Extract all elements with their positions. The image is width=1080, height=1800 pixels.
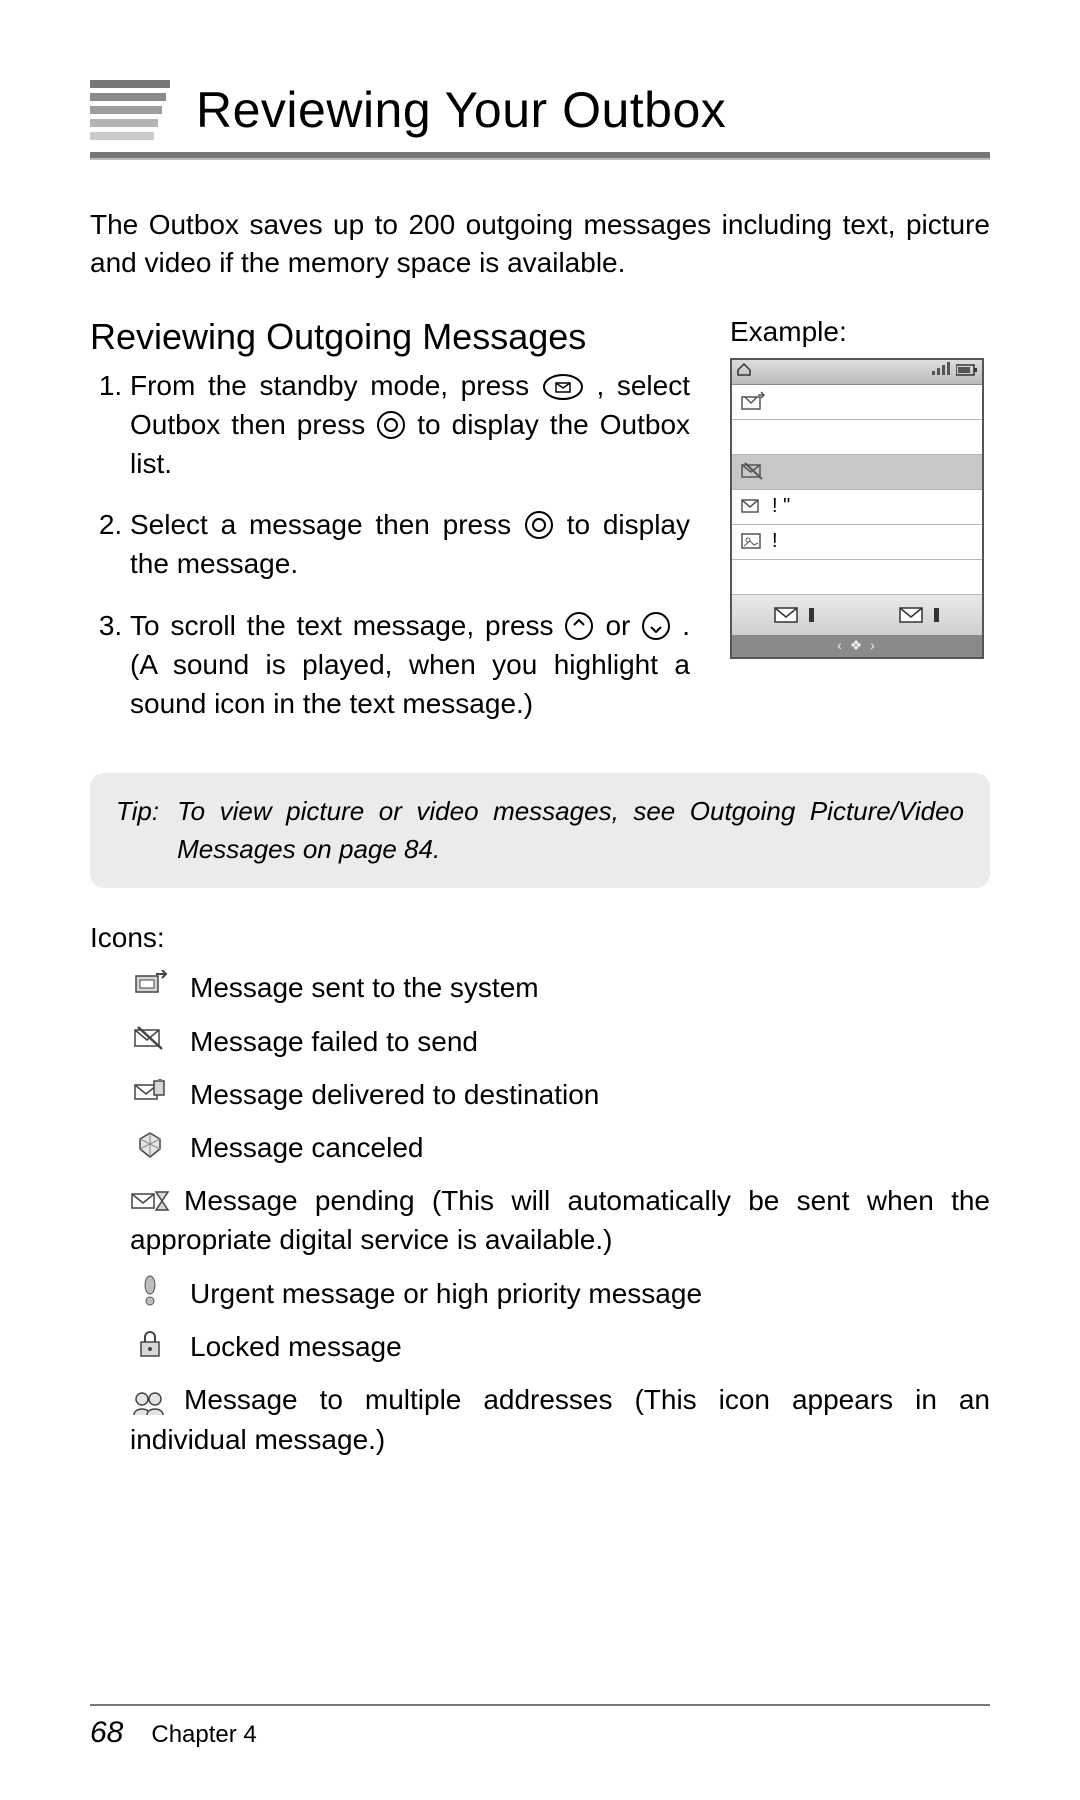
step-3-text-b: or [605,610,641,641]
pending-icon [130,1186,170,1220]
phone-row-2: ! " [732,490,982,525]
icon-desc: Message pending (This will automatically… [130,1185,990,1255]
envelope-icon [773,604,803,626]
page-number: 68 [90,1716,123,1750]
msg-failed-icon [740,461,766,483]
page-footer: 68 Chapter 4 [90,1704,990,1750]
msg-urgent-icon [740,496,766,518]
icon-row-pending: Message pending (This will automatically… [130,1181,990,1259]
page-title: Reviewing Your Outbox [196,81,726,139]
phone-row-blank [732,420,982,455]
step-3: To scroll the text message, press or . (… [130,606,690,724]
bar-icon [932,604,942,626]
step-2-text-a: Select a message then press [130,509,524,540]
msg-pic-icon [740,531,766,553]
icon-desc: Urgent message or high priority message [190,1274,702,1313]
page-header: Reviewing Your Outbox [90,80,990,140]
phone-statusbar [732,360,982,385]
steps-list: From the standby mode, press , select Ou… [90,366,690,724]
bar-icon [807,604,817,626]
icon-desc: Message canceled [190,1128,423,1167]
icon-row-locked: Locked message [130,1327,990,1366]
mail-button-icon [542,373,584,401]
tip-box: Tip: To view picture or video messages, … [90,773,990,888]
canceled-icon [130,1128,170,1162]
phone-row-1 [732,455,982,490]
example-label: Example: [730,316,990,348]
center-button-icon [376,410,406,440]
icon-desc: Message to multiple addresses (This icon… [130,1384,990,1455]
phone-nav-arrows: ‹ ❖ › [732,635,982,657]
signal-icon [932,362,950,381]
down-button-icon [641,611,671,641]
step-2: Select a message then press to display t… [130,505,690,583]
icons-list: Message sent to the system Message faile… [90,968,990,1459]
chapter-label: Chapter 4 [151,1721,256,1749]
up-button-icon [564,611,594,641]
phone-title-row [732,385,982,420]
icon-row-canceled: Message canceled [130,1128,990,1167]
icon-desc: Message delivered to destination [190,1075,599,1114]
multi-address-icon [130,1386,170,1420]
icons-heading: Icons: [90,922,990,954]
intro-paragraph: The Outbox saves up to 200 outgoing mess… [90,206,990,282]
sent-system-icon [130,968,170,1002]
battery-icon [956,363,978,381]
phone-row-blank2 [732,560,982,595]
header-stripes-icon [90,80,170,140]
header-rule [90,152,990,160]
phone-row-2-text: ! " [772,495,790,518]
softkey-right [898,604,942,626]
home-icon [736,362,752,381]
delivered-icon [130,1075,170,1109]
step-1-text-a: From the standby mode, press [130,370,542,401]
icon-row-urgent: Urgent message or high priority message [130,1274,990,1313]
envelope-icon [898,604,928,626]
example-phone-screen: ! " ! ‹ ❖ › [730,358,984,659]
phone-row-3: ! [732,525,982,560]
icon-desc: Locked message [190,1327,402,1366]
failed-send-icon [130,1022,170,1056]
step-3-text-a: To scroll the text message, press [130,610,564,641]
icon-desc: Message sent to the system [190,968,539,1007]
urgent-icon [130,1274,170,1308]
tip-label: Tip: [116,793,159,868]
locked-icon [130,1327,170,1361]
tip-body: To view picture or video messages, see O… [177,793,964,868]
softkey-left [773,604,817,626]
icon-row-multi: Message to multiple addresses (This icon… [130,1380,990,1459]
step-1: From the standby mode, press , select Ou… [130,366,690,484]
section-heading: Reviewing Outgoing Messages [90,316,690,358]
icon-row-failed: Message failed to send [130,1022,990,1061]
phone-softkeys [732,595,982,635]
outbox-title-icon [740,391,766,413]
icon-row-sent: Message sent to the system [130,968,990,1007]
icon-row-delivered: Message delivered to destination [130,1075,990,1114]
icon-desc: Message failed to send [190,1022,478,1061]
center-button-icon [524,510,554,540]
phone-row-3-text: ! [772,530,778,553]
